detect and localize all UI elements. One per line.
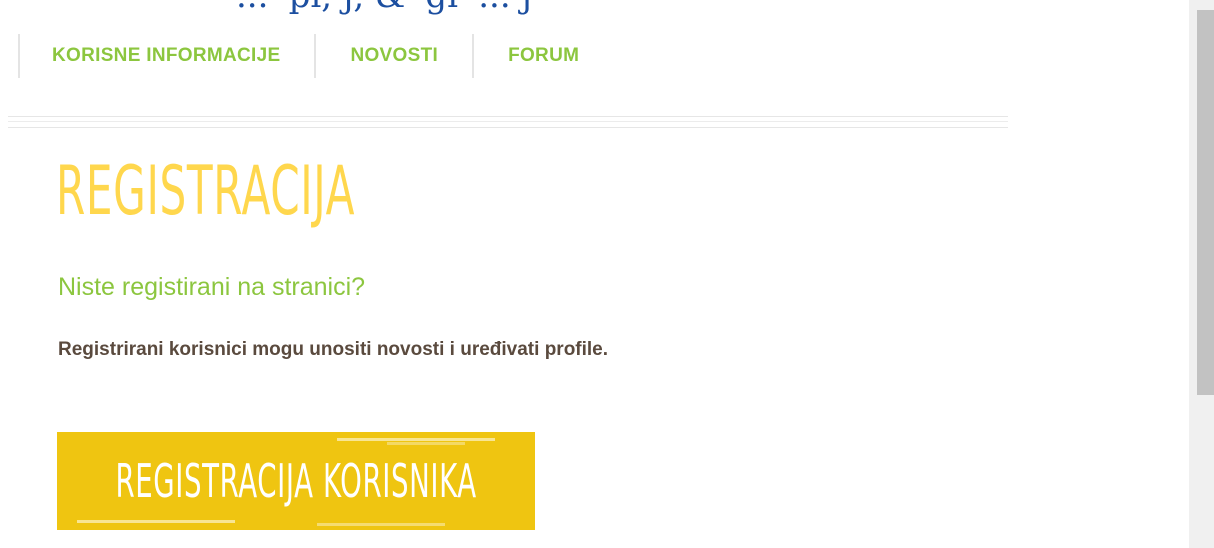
register-user-button[interactable]: REGISTRACIJA KORISNIKA (57, 432, 535, 530)
brush-stroke-decoration (387, 442, 465, 445)
scrollbar-thumb[interactable] (1197, 10, 1214, 395)
registration-question: Niste registirani na stranici? (58, 273, 366, 301)
nav-item-novosti[interactable]: NOVOSTI (314, 34, 472, 78)
main-nav: KORISNE INFORMACIJE NOVOSTI FORUM (18, 34, 613, 78)
brush-stroke-decoration (317, 523, 445, 526)
site-header-text: ... 'pi, j, & 'gi' ... j (236, 0, 532, 16)
brush-stroke-decoration (337, 438, 495, 441)
page: ... 'pi, j, & 'gi' ... j KORISNE INFORMA… (0, 0, 1214, 548)
registration-description: Registrirani korisnici mogu unositi novo… (58, 339, 609, 360)
nav-item-forum[interactable]: FORUM (472, 34, 613, 78)
nav-item-korisne-informacije[interactable]: KORISNE INFORMACIJE (18, 34, 314, 78)
header-divider (8, 116, 1008, 128)
register-user-button-label: REGISTRACIJA KORISNIKA (115, 454, 477, 508)
page-title: REGISTRACIJA (56, 152, 356, 231)
vertical-scrollbar[interactable] (1189, 0, 1214, 548)
brush-stroke-decoration (77, 520, 235, 523)
